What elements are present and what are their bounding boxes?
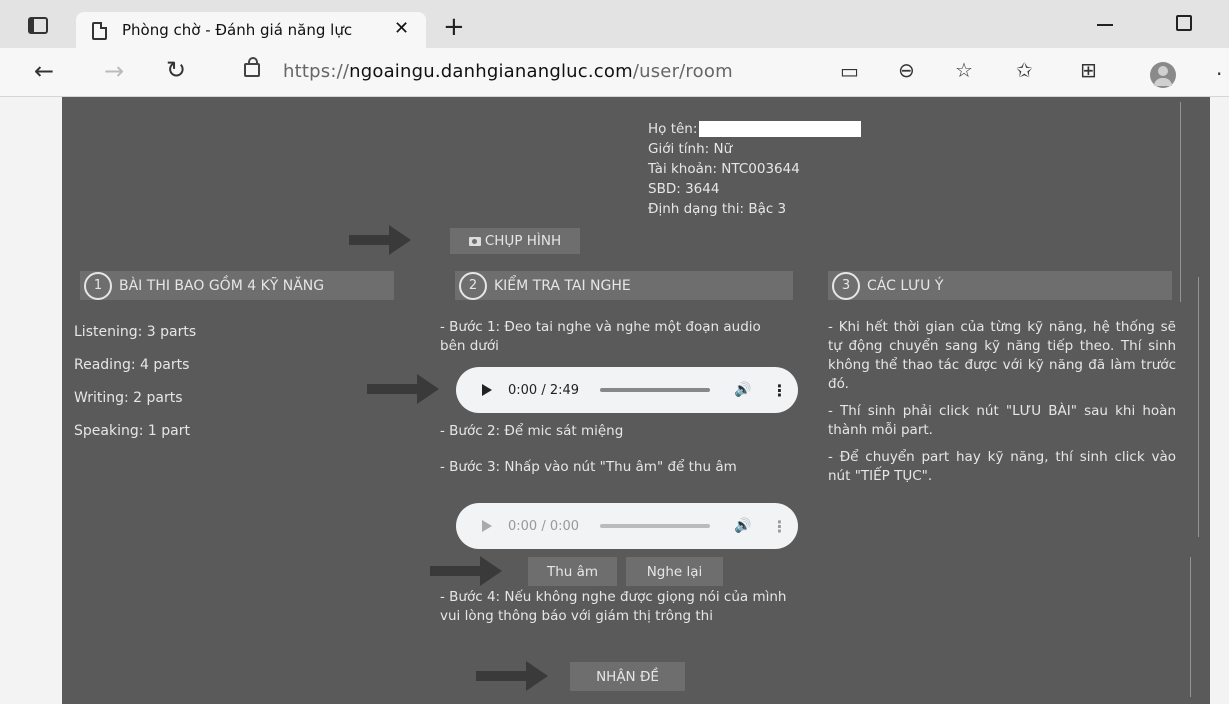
step-4-text: - Bước 4: Nếu không nghe được giọng nói …	[440, 589, 787, 624]
back-icon[interactable]: ←	[34, 59, 54, 83]
arrow-icon	[367, 374, 439, 404]
app-available-icon[interactable]: ▭	[840, 61, 859, 81]
scan-streak	[1190, 557, 1191, 697]
zoom-icon[interactable]: ⊖	[898, 60, 915, 80]
more-options-icon[interactable]: ⋮	[771, 517, 787, 536]
notes-list: - Khi hết thời gian của từng kỹ năng, hệ…	[828, 318, 1176, 486]
more-icon[interactable]: ·	[1216, 62, 1222, 86]
arrow-icon	[349, 225, 411, 255]
forward-icon[interactable]: →	[104, 59, 124, 83]
skill-item: Speaking: 1 part	[74, 423, 190, 439]
account-text: Tài khoản: NTC003644	[648, 161, 800, 177]
step-4-block: - Bước 4: Nếu không nghe được giọng nói …	[440, 588, 788, 626]
note-item: - Thí sinh phải click nút "LƯU BÀI" sau …	[828, 403, 1176, 438]
more-options-icon[interactable]: ⋮	[771, 381, 787, 400]
skill-item: Reading: 4 parts	[74, 357, 190, 373]
url-path: /user/room	[632, 61, 733, 82]
collections-icon[interactable]: ⊞	[1080, 60, 1097, 80]
note-item: - Để chuyển part hay kỹ năng, thí sinh c…	[828, 449, 1176, 484]
audio-seek-bar[interactable]	[600, 524, 710, 528]
scan-streak	[1180, 102, 1181, 302]
maximize-icon[interactable]	[1176, 15, 1192, 31]
skills-list: Listening: 3 parts Reading: 4 parts Writ…	[74, 316, 196, 448]
exam-format-text: Định dạng thi: Bậc 3	[648, 201, 787, 217]
skill-item: Writing: 2 parts	[74, 390, 183, 406]
arrow-icon	[430, 556, 502, 586]
take-photo-button[interactable]: CHỤP HÌNH	[450, 228, 580, 254]
sample-audio-player[interactable]: 0:00 / 2:49 🔊 ⋮	[456, 367, 798, 413]
section-title: BÀI THI BAO GỒM 4 KỸ NĂNG	[119, 277, 325, 294]
lock-icon[interactable]	[244, 57, 260, 77]
browser-tab[interactable]: Phòng chờ - Đánh giá năng lực ✕	[76, 12, 426, 48]
tab-title: Phòng chờ - Đánh giá năng lực	[122, 21, 353, 39]
step-2-text: - Bước 2: Để mic sát miệng	[440, 423, 624, 439]
arrow-icon	[476, 661, 548, 691]
sbd-text: SBD: 3644	[648, 181, 720, 197]
profile-avatar[interactable]	[1150, 62, 1176, 88]
scan-streak	[1198, 277, 1199, 537]
tab-actions-icon[interactable]	[26, 16, 48, 34]
url-scheme: https://	[283, 61, 350, 82]
minimize-icon[interactable]	[1097, 24, 1113, 26]
camera-icon	[468, 236, 481, 246]
reload-icon[interactable]: ↻	[166, 58, 186, 82]
favorites-icon[interactable]: ✩	[1016, 60, 1033, 80]
page-icon	[92, 22, 107, 40]
take-photo-label: CHỤP HÌNH	[484, 233, 562, 249]
name-row: Họ tên:	[648, 119, 862, 139]
gender-text: Giới tính: Nữ	[648, 141, 733, 157]
new-tab-button[interactable]: +	[443, 12, 465, 42]
headset-check-steps: - Bước 1: Đeo tai nghe và nghe một đoạn …	[440, 318, 788, 356]
section-title: KIỂM TRA TAI NGHE	[494, 277, 631, 294]
close-tab-icon[interactable]: ✕	[394, 18, 409, 39]
section-header-notes: 3 CÁC LƯU Ý	[828, 271, 1172, 300]
skill-item: Listening: 3 parts	[74, 324, 197, 340]
audio-time: 0:00 / 2:49	[508, 382, 580, 398]
step-1-text: - Bước 1: Đeo tai nghe và nghe một đoạn …	[440, 319, 761, 354]
address-bar[interactable]: https://ngoaingu.danhgianangluc.com/user…	[283, 61, 733, 82]
name-label: Họ tên:	[648, 121, 698, 137]
section-header-skills: 1 BÀI THI BAO GỒM 4 KỸ NĂNG	[80, 271, 394, 300]
section-number: 1	[84, 271, 112, 300]
add-favorite-icon[interactable]: ☆	[955, 60, 973, 80]
play-icon[interactable]	[482, 520, 492, 532]
waiting-room-page: Họ tên: Giới tính: Nữ Tài khoản: NTC0036…	[62, 97, 1210, 704]
play-icon[interactable]	[482, 384, 492, 396]
receive-exam-button[interactable]: NHẬN ĐỀ	[570, 662, 685, 691]
step-3-text: - Bước 3: Nhấp vào nút "Thu âm" để thu â…	[440, 459, 737, 475]
name-redaction	[699, 121, 862, 137]
section-number: 2	[459, 271, 487, 300]
section-number: 3	[832, 271, 860, 300]
step-2-block: - Bước 2: Để mic sát miệng	[440, 422, 788, 441]
browser-titlebar: Phòng chờ - Đánh giá năng lực ✕ +	[0, 0, 1229, 48]
section-header-headset: 2 KIỂM TRA TAI NGHE	[455, 271, 793, 300]
browser-toolbar: ← → ↻ https://ngoaingu.danhgianangluc.co…	[0, 48, 1229, 97]
step-3-block: - Bước 3: Nhấp vào nút "Thu âm" để thu â…	[440, 458, 788, 477]
replay-button[interactable]: Nghe lại	[626, 557, 723, 586]
record-button[interactable]: Thu âm	[528, 557, 617, 586]
url-domain: ngoaingu.danhgianangluc.com	[349, 61, 633, 82]
volume-icon[interactable]: 🔊	[734, 382, 751, 398]
candidate-info: Họ tên: Giới tính: Nữ Tài khoản: NTC0036…	[648, 119, 862, 219]
note-item: - Khi hết thời gian của từng kỹ năng, hệ…	[828, 319, 1176, 392]
section-title: CÁC LƯU Ý	[867, 277, 944, 294]
volume-icon[interactable]: 🔊	[734, 518, 751, 534]
audio-seek-bar[interactable]	[600, 388, 710, 392]
recording-audio-player[interactable]: 0:00 / 0:00 🔊 ⋮	[456, 503, 798, 549]
audio-time: 0:00 / 0:00	[508, 518, 580, 534]
